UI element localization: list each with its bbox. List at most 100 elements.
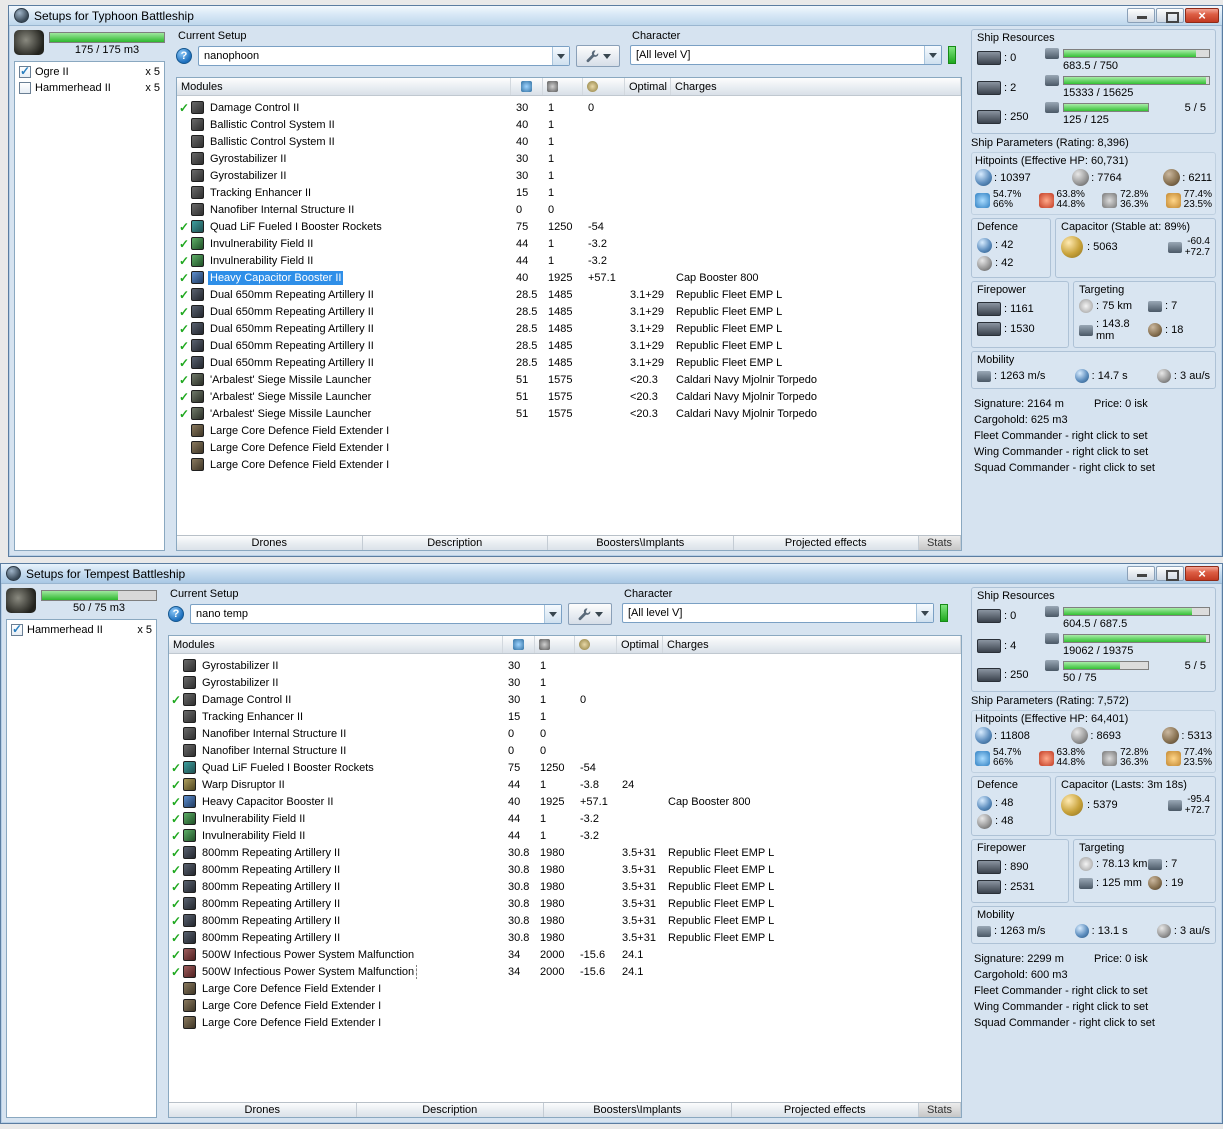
module-row[interactable]: 800mm Repeating Artillery II 30.8 1980 3… [169,912,961,929]
module-row[interactable]: Nanofiber Internal Structure II 0 0 [177,201,961,218]
minimize-button[interactable] [1127,8,1155,23]
module-row[interactable]: 800mm Repeating Artillery II 30.8 1980 3… [169,895,961,912]
help-icon[interactable] [168,606,184,622]
drone-list-item[interactable]: Hammerhead II x 5 [8,622,155,638]
drone-list-item[interactable]: Ogre II x 5 [16,64,163,80]
close-button[interactable] [1185,8,1219,23]
column-header-modules[interactable]: Modules [177,78,511,95]
footer-tab[interactable]: Stats [919,536,961,550]
module-row[interactable]: Invulnerability Field II 44 1 -3.2 [169,827,961,844]
character-combobox[interactable]: [All level V] [622,603,934,623]
squad-commander-setting[interactable]: Squad Commander - right click to set [974,462,1213,474]
wing-commander-setting[interactable]: Wing Commander - right click to set [974,1001,1213,1013]
module-row[interactable]: 500W Infectious Power System Malfunction… [169,963,961,980]
titlebar[interactable]: Setups for Typhoon Battleship [9,6,1222,26]
column-header-optimal[interactable]: Optimal [617,636,663,653]
module-row[interactable]: Dual 650mm Repeating Artillery II 28.5 1… [177,337,961,354]
module-row[interactable]: Large Core Defence Field Extender I [177,456,961,473]
module-row[interactable]: Damage Control II 30 1 0 [177,99,961,116]
module-row[interactable]: Large Core Defence Field Extender I [177,422,961,439]
column-header-powergrid[interactable] [543,78,583,95]
module-row[interactable]: Heavy Capacitor Booster II 40 1925 +57.1… [169,793,961,810]
module-row[interactable]: Gyrostabilizer II 30 1 [177,167,961,184]
footer-tab[interactable]: Drones [177,536,363,550]
column-header-modules[interactable]: Modules [169,636,503,653]
column-header-optimal[interactable]: Optimal [625,78,671,95]
setup-combobox[interactable]: nanophoon [198,46,570,66]
fleet-commander-setting[interactable]: Fleet Commander - right click to set [974,430,1213,442]
drone-checkbox[interactable] [11,622,23,636]
module-row[interactable]: 'Arbalest' Siege Missile Launcher 51 157… [177,388,961,405]
module-row[interactable]: Dual 650mm Repeating Artillery II 28.5 1… [177,320,961,337]
combobox-dropdown-icon[interactable] [552,47,569,65]
module-row[interactable]: 800mm Repeating Artillery II 30.8 1980 3… [169,878,961,895]
close-button[interactable] [1185,566,1219,581]
combobox-dropdown-icon[interactable] [544,605,561,623]
module-row[interactable]: 800mm Repeating Artillery II 30.8 1980 3… [169,861,961,878]
module-row[interactable]: 'Arbalest' Siege Missile Launcher 51 157… [177,405,961,422]
module-row[interactable]: Gyrostabilizer II 30 1 [177,150,961,167]
footer-tab[interactable]: Boosters\Implants [548,536,734,550]
module-row[interactable]: 'Arbalest' Siege Missile Launcher 51 157… [177,371,961,388]
module-row[interactable]: Quad LiF Fueled I Booster Rockets 75 125… [177,218,961,235]
module-row[interactable]: 800mm Repeating Artillery II 30.8 1980 3… [169,844,961,861]
column-header-cpu[interactable] [503,636,535,653]
footer-tab[interactable]: Stats [919,1103,961,1117]
fleet-commander-setting[interactable]: Fleet Commander - right click to set [974,985,1213,997]
module-row[interactable]: Damage Control II 30 1 0 [169,691,961,708]
drone-list[interactable]: Hammerhead II x 5 [6,619,157,1118]
module-row[interactable]: 500W Infectious Power System Malfunction… [169,946,961,963]
module-row[interactable]: Large Core Defence Field Extender I [177,439,961,456]
footer-tab[interactable]: Projected effects [733,536,919,550]
module-row[interactable]: Tracking Enhancer II 15 1 [177,184,961,201]
module-row[interactable]: 800mm Repeating Artillery II 30.8 1980 3… [169,929,961,946]
tools-button[interactable] [568,603,612,625]
module-row[interactable]: Gyrostabilizer II 30 1 [169,657,961,674]
column-header-capacitor[interactable] [583,78,625,95]
column-header-cpu[interactable] [511,78,543,95]
drone-checkbox[interactable] [19,82,31,94]
modules-table-header[interactable]: Modules Optimal Charges [177,78,961,96]
module-row[interactable]: Invulnerability Field II 44 1 -3.2 [177,235,961,252]
footer-tab[interactable]: Description [356,1103,544,1117]
squad-commander-setting[interactable]: Squad Commander - right click to set [974,1017,1213,1029]
footer-tab[interactable]: Boosters\Implants [544,1103,732,1117]
module-row[interactable]: Ballistic Control System II 40 1 [177,116,961,133]
module-row[interactable]: Large Core Defence Field Extender I [169,997,961,1014]
maximize-button[interactable] [1156,8,1184,23]
tools-button[interactable] [576,45,620,67]
module-row[interactable]: Warp Disruptor II 44 1 -3.8 24 [169,776,961,793]
combobox-dropdown-icon[interactable] [916,604,933,622]
modules-table-header[interactable]: Modules Optimal Charges [169,636,961,654]
column-header-capacitor[interactable] [575,636,617,653]
character-combobox[interactable]: [All level V] [630,45,942,65]
module-row[interactable]: Heavy Capacitor Booster II 40 1925 +57.1… [177,269,961,286]
titlebar[interactable]: Setups for Tempest Battleship [1,564,1222,584]
help-icon[interactable] [176,48,192,64]
minimize-button[interactable] [1127,566,1155,581]
module-row[interactable]: Invulnerability Field II 44 1 -3.2 [169,810,961,827]
module-row[interactable]: Nanofiber Internal Structure II 0 0 [169,725,961,742]
column-header-charges[interactable]: Charges [671,78,961,95]
module-row[interactable]: Dual 650mm Repeating Artillery II 28.5 1… [177,354,961,371]
footer-tab[interactable]: Description [362,536,548,550]
drone-list[interactable]: Ogre II x 5 Hammerhead II x 5 [14,61,165,551]
module-row[interactable]: Ballistic Control System II 40 1 [177,133,961,150]
module-row[interactable]: Nanofiber Internal Structure II 0 0 [169,742,961,759]
module-row[interactable]: Tracking Enhancer II 15 1 [169,708,961,725]
module-row[interactable]: Large Core Defence Field Extender I [169,1014,961,1031]
module-row[interactable]: Gyrostabilizer II 30 1 [169,674,961,691]
module-row[interactable]: Dual 650mm Repeating Artillery II 28.5 1… [177,286,961,303]
footer-tab[interactable]: Projected effects [731,1103,919,1117]
column-header-charges[interactable]: Charges [663,636,961,653]
module-row[interactable]: Large Core Defence Field Extender I [169,980,961,997]
maximize-button[interactable] [1156,566,1184,581]
drone-checkbox[interactable] [19,64,31,78]
module-row[interactable]: Dual 650mm Repeating Artillery II 28.5 1… [177,303,961,320]
module-row[interactable]: Quad LiF Fueled I Booster Rockets 75 125… [169,759,961,776]
column-header-powergrid[interactable] [535,636,575,653]
wing-commander-setting[interactable]: Wing Commander - right click to set [974,446,1213,458]
footer-tab[interactable]: Drones [169,1103,357,1117]
drone-list-item[interactable]: Hammerhead II x 5 [16,80,163,96]
module-row[interactable]: Invulnerability Field II 44 1 -3.2 [177,252,961,269]
